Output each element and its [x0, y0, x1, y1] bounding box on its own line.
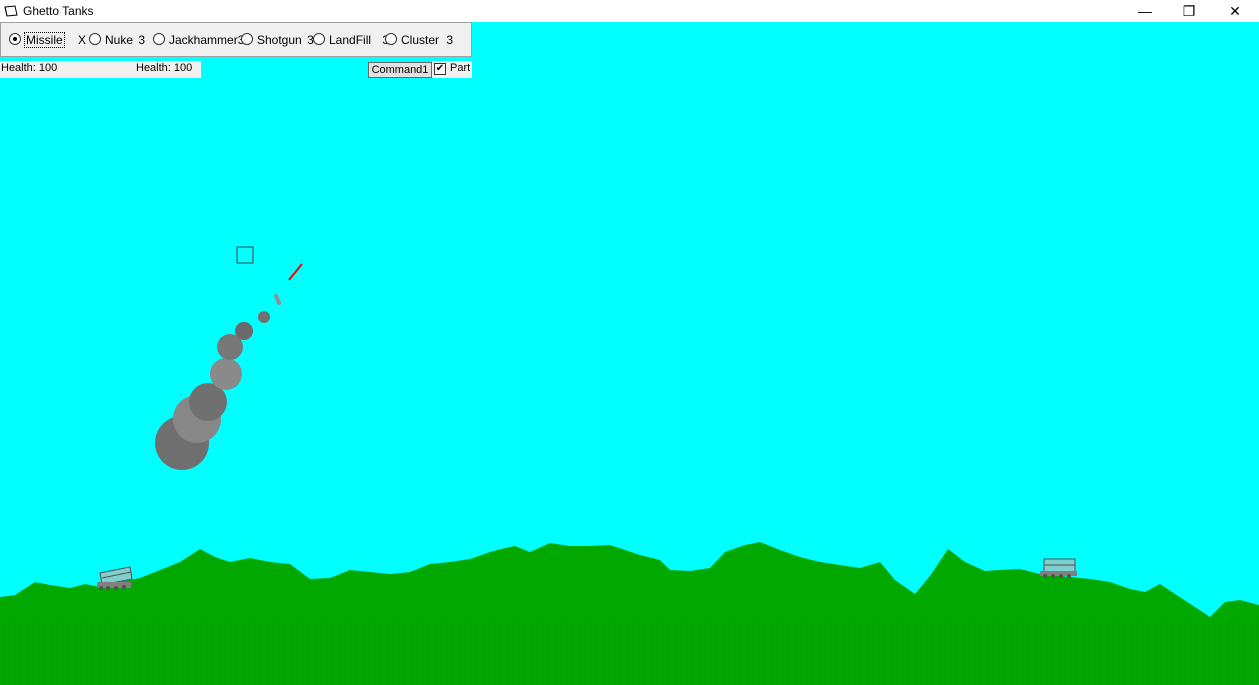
title-bar: Ghetto Tanks — ❐ ✕ — [0, 0, 1259, 22]
player2-health: Health: 100 — [136, 62, 193, 74]
weapon-option-landfill[interactable]: LandFill 3 — [313, 33, 389, 49]
weapon-count-nuke: 3 — [138, 33, 146, 47]
radio-jackhammer[interactable] — [153, 33, 165, 45]
health-strip: Health: 100 Health: 100 — [0, 61, 201, 78]
weapon-count-missile: X — [78, 33, 87, 47]
maximize-icon[interactable]: ❐ — [1166, 0, 1212, 22]
weapon-option-shotgun[interactable]: Shotgun 3 — [241, 33, 314, 49]
radio-nuke[interactable] — [89, 33, 101, 45]
radio-shotgun[interactable] — [241, 33, 253, 45]
game-canvas[interactable] — [0, 22, 1259, 685]
radio-landfill[interactable] — [313, 33, 325, 45]
app-icon — [4, 5, 18, 17]
radio-cluster[interactable] — [385, 33, 397, 45]
command1-button[interactable]: Command1 — [368, 62, 432, 78]
window-title: Ghetto Tanks — [23, 4, 94, 18]
close-icon[interactable]: ✕ — [1212, 0, 1258, 22]
weapon-option-nuke[interactable]: Nuke 3 — [89, 33, 145, 49]
weapon-option-jackhammer[interactable]: Jackhammer3 — [153, 33, 244, 49]
weapon-option-cluster[interactable]: Cluster 3 — [385, 33, 453, 49]
part-checkbox-label: Part — [450, 62, 471, 74]
right-tank — [1040, 558, 1077, 578]
part-checkbox[interactable]: ✔ — [434, 63, 446, 75]
radio-missile[interactable] — [9, 33, 21, 45]
weapon-selector-panel: Missile X Nuke 3 Jackhammer3 Shotgun 3 L… — [0, 22, 472, 57]
player1-health: Health: 100 — [1, 62, 58, 74]
minimize-icon[interactable]: — — [1122, 0, 1168, 22]
part-checkbox-group[interactable]: ✔ Part — [432, 61, 472, 78]
weapon-count-cluster: 3 — [446, 33, 454, 47]
weapon-option-missile[interactable]: Missile X — [9, 32, 87, 49]
